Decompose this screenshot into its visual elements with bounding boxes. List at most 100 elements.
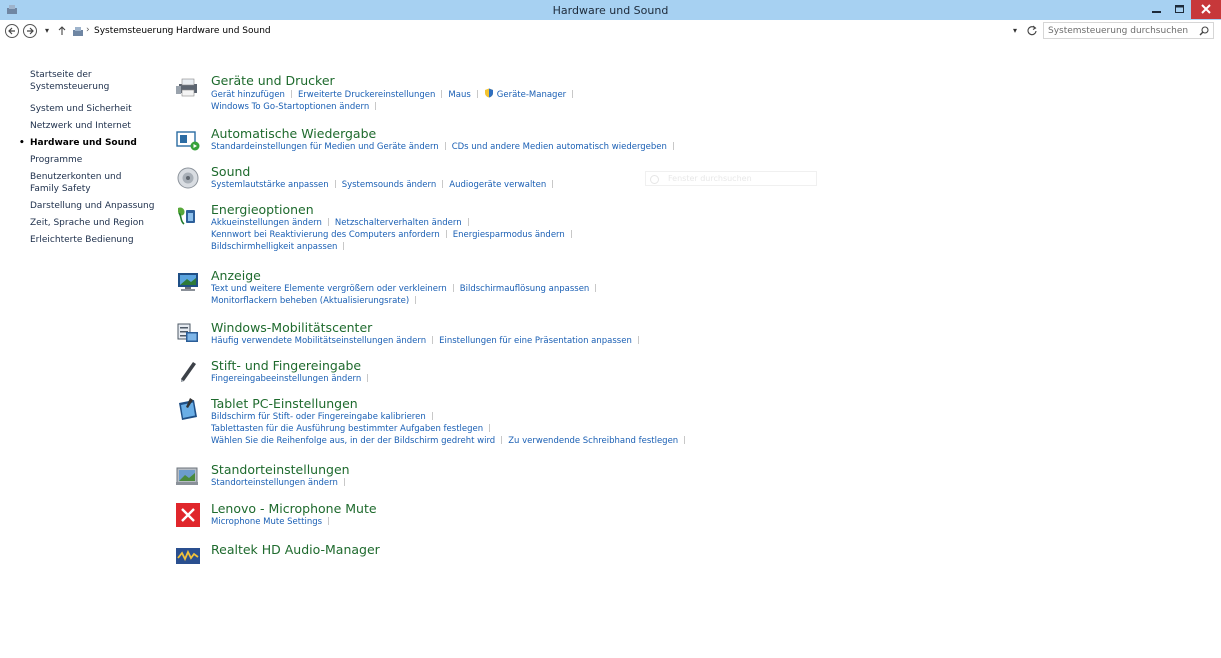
task-separator (415, 296, 417, 304)
tablet-icon[interactable] (176, 398, 200, 422)
task-link[interactable]: Zu verwendende Schreibhand festlegen (508, 436, 678, 446)
task-link[interactable]: Kennwort bei Reaktivierung des Computers… (211, 230, 440, 240)
task-link[interactable]: Maus (448, 90, 470, 100)
task-separator (327, 218, 329, 226)
up-arrow-icon[interactable] (58, 26, 66, 36)
title-bar: Hardware und Sound (0, 0, 1221, 20)
window-title: Hardware und Sound (552, 4, 669, 17)
category-title[interactable]: Sound (211, 164, 911, 179)
task-line: Text und weitere Elemente vergrößern ode… (211, 283, 911, 295)
task-link[interactable]: Microphone Mute Settings (211, 517, 322, 527)
sidebar: Startseite der Systemsteuerung System un… (19, 69, 170, 251)
refresh-icon[interactable] (1027, 25, 1037, 36)
task-link[interactable]: Netzschalterverhalten ändern (335, 218, 462, 228)
task-link[interactable]: Einstellungen für eine Präsentation anpa… (439, 336, 632, 346)
breadcrumb-separator[interactable]: › (86, 25, 90, 35)
task-separator (684, 436, 686, 444)
task-link[interactable]: Geräte-Manager (497, 90, 566, 100)
task-link[interactable]: Bildschirm für Stift- oder Fingereingabe… (211, 412, 426, 422)
task-link[interactable]: Wählen Sie die Reihenfolge aus, in der d… (211, 436, 495, 446)
task-link[interactable]: Erweiterte Druckereinstellungen (298, 90, 435, 100)
task-line: Bildschirm für Stift- oder Fingereingabe… (211, 411, 911, 423)
sidebar-item-netzwerk-und-internet[interactable]: Netzwerk und Internet (30, 120, 170, 132)
category-title[interactable]: Standorteinstellungen (211, 462, 911, 477)
breadcrumb-hardware-und-sound[interactable]: Hardware und Sound (176, 26, 271, 36)
sidebar-item-zeit-sprache-region[interactable]: Zeit, Sprache und Region (30, 217, 170, 229)
search-icon[interactable] (1199, 26, 1209, 36)
address-history-dropdown[interactable]: ▾ (1013, 26, 1017, 35)
category-title[interactable]: Tablet PC-Einstellungen (211, 396, 911, 411)
task-line: Kennwort bei Reaktivierung des Computers… (211, 229, 911, 241)
breadcrumb-separator[interactable]: › (167, 25, 171, 35)
task-link[interactable]: Akkueinstellungen ändern (211, 218, 322, 228)
sidebar-item-startseite[interactable]: Startseite der Systemsteuerung (30, 69, 170, 93)
task-line: Standorteinstellungen ändern (211, 477, 911, 489)
back-button[interactable] (5, 24, 19, 38)
category-body: Windows-Mobilitätscenter Häufig verwendet… (211, 320, 911, 347)
category-title[interactable]: Anzeige (211, 268, 911, 283)
location-icon[interactable] (176, 464, 200, 488)
task-link[interactable]: Fingereingabeeinstellungen ändern (211, 374, 361, 384)
category-title[interactable]: Automatische Wiedergabe (211, 126, 911, 141)
speaker-icon[interactable] (176, 166, 200, 190)
autoplay-icon[interactable] (176, 128, 200, 152)
task-link[interactable]: Audiogeräte verwalten (449, 180, 546, 190)
microphone-mute-icon[interactable] (176, 503, 200, 527)
task-link[interactable]: Standorteinstellungen ändern (211, 478, 338, 488)
power-options-icon[interactable] (176, 204, 200, 228)
close-button[interactable] (1191, 0, 1221, 19)
task-link[interactable]: Text und weitere Elemente vergrößern ode… (211, 284, 447, 294)
task-separator (328, 517, 330, 525)
task-separator (444, 142, 446, 150)
realtek-audio-icon[interactable] (176, 544, 200, 568)
forward-button[interactable] (23, 24, 37, 38)
task-link[interactable]: Systemlautstärke anpassen (211, 180, 329, 190)
restore-button[interactable] (1168, 0, 1190, 19)
task-link[interactable]: Windows To Go-Startoptionen ändern (211, 102, 369, 112)
task-link[interactable]: Bildschirmauflösung anpassen (460, 284, 590, 294)
pen-icon[interactable] (176, 360, 200, 384)
task-separator (343, 242, 345, 250)
category-title[interactable]: Windows-Mobilitätscenter (211, 320, 911, 335)
sidebar-item-system-und-sicherheit[interactable]: System und Sicherheit (30, 103, 170, 115)
task-link[interactable]: Monitorflackern beheben (Aktualisierungs… (211, 296, 409, 306)
task-line: Bildschirmhelligkeit anpassen (211, 241, 911, 253)
recent-pages-dropdown[interactable]: ▾ (45, 26, 49, 35)
search-box[interactable] (1043, 22, 1214, 39)
category-body: Standorteinstellungen Standorteinstellung… (211, 462, 911, 489)
task-link[interactable]: Energiesparmodus ändern (453, 230, 565, 240)
task-separator (595, 284, 597, 292)
address-bar: ▾ › Systemsteuerung › Hardware und Sound… (0, 21, 1221, 43)
task-link[interactable]: Bildschirmhelligkeit anpassen (211, 242, 337, 252)
search-input[interactable] (1048, 24, 1193, 37)
task-link[interactable]: Häufig verwendete Mobilitätseinstellunge… (211, 336, 426, 346)
category-title[interactable]: Lenovo - Microphone Mute (211, 501, 911, 516)
breadcrumb-systemsteuerung[interactable]: Systemsteuerung (94, 26, 173, 36)
task-link[interactable]: Systemsounds ändern (342, 180, 437, 190)
task-line: Akkueinstellungen ändern Netzschalterverh… (211, 217, 911, 229)
task-separator (452, 284, 454, 292)
category-title[interactable]: Geräte und Drucker (211, 73, 911, 88)
category-title[interactable]: Realtek HD Audio-Manager (211, 542, 911, 557)
sidebar-item-erleichterte-bedienung[interactable]: Erleichterte Bedienung (30, 234, 170, 246)
sidebar-item-programme[interactable]: Programme (30, 154, 170, 166)
task-link[interactable]: Standardeinstellungen für Medien und Ger… (211, 142, 439, 152)
display-icon[interactable] (176, 270, 200, 294)
printer-icon[interactable] (176, 75, 200, 99)
category-body: Realtek HD Audio-Manager (211, 542, 911, 557)
task-separator (467, 218, 469, 226)
arrow-right-icon (27, 27, 34, 35)
mobility-center-icon[interactable] (176, 322, 200, 346)
category-title[interactable]: Energieoptionen (211, 202, 911, 217)
minimize-button[interactable] (1146, 0, 1168, 19)
category-title[interactable]: Stift- und Fingereingabe (211, 358, 911, 373)
sidebar-item-darstellung[interactable]: Darstellung und Anpassung (30, 200, 170, 212)
task-link[interactable]: CDs und andere Medien automatisch wieder… (452, 142, 667, 152)
task-separator (431, 412, 433, 420)
task-link[interactable]: Gerät hinzufügen (211, 90, 285, 100)
sidebar-item-benutzerkonten[interactable]: Benutzerkonten und Family Safety (30, 171, 148, 195)
task-separator (672, 142, 674, 150)
task-link[interactable]: Tablettasten für die Ausführung bestimmt… (211, 424, 483, 434)
task-line: Monitorflackern beheben (Aktualisierungs… (211, 295, 911, 307)
task-separator (432, 336, 434, 344)
